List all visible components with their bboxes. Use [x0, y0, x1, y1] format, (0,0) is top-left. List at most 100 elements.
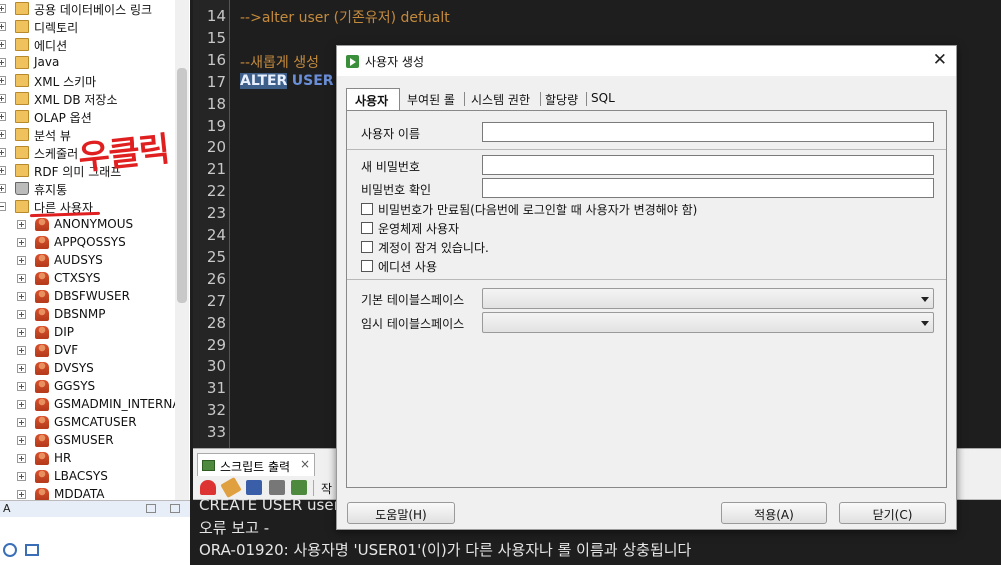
eraser-icon[interactable] — [220, 477, 242, 498]
expand-toggle-icon[interactable] — [17, 382, 26, 391]
expand-toggle-icon[interactable] — [17, 310, 26, 319]
tree-user-item[interactable]: GGSYS — [0, 378, 190, 396]
minimize-icon[interactable] — [170, 504, 180, 513]
expand-toggle-icon[interactable] — [0, 112, 6, 121]
tree-user-item[interactable]: GSMUSER — [0, 432, 190, 450]
expand-toggle-icon[interactable] — [17, 256, 26, 265]
confirm-password-input[interactable] — [482, 178, 934, 198]
line-number: 21 — [206, 160, 226, 179]
expand-toggle-icon[interactable] — [17, 454, 26, 463]
new-password-label: 새 비밀번호 — [361, 160, 421, 174]
account-locked-checkbox[interactable] — [361, 241, 373, 253]
tree-user-label: DBSFWUSER — [54, 289, 130, 303]
tab-sql[interactable]: SQL — [591, 88, 615, 110]
tree-scrollbar[interactable] — [175, 0, 189, 500]
expand-toggle-icon[interactable] — [0, 94, 6, 103]
tree-user-item[interactable]: DBSNMP — [0, 306, 190, 324]
tree-item[interactable]: XML DB 저장소 — [0, 90, 190, 108]
expand-toggle-icon[interactable] — [17, 400, 26, 409]
expand-toggle-icon[interactable] — [17, 346, 26, 355]
save-icon[interactable] — [246, 480, 262, 495]
tree-user-item[interactable]: LBACSYS — [0, 468, 190, 486]
folder-icon — [15, 128, 29, 141]
tree-user-item[interactable]: DBSFWUSER — [0, 288, 190, 306]
apply-button[interactable]: 적용(A) — [721, 502, 827, 524]
tree-user-item[interactable]: DIP — [0, 324, 190, 342]
tree-user-item[interactable]: APPQOSSYS — [0, 234, 190, 252]
help-button[interactable]: 도움말(H) — [347, 502, 455, 524]
refresh-icon[interactable] — [3, 543, 17, 557]
expand-toggle-icon[interactable] — [0, 184, 6, 193]
tree-item-label: Java — [34, 55, 60, 69]
user-icon — [35, 254, 49, 267]
expand-toggle-icon[interactable] — [17, 472, 26, 481]
tree-item[interactable]: 디렉토리 — [0, 18, 190, 36]
default-tablespace-select[interactable] — [482, 288, 934, 309]
expand-toggle-icon[interactable] — [17, 220, 26, 229]
line-number: 20 — [206, 138, 226, 157]
dialog-close-icon[interactable]: ✕ — [933, 50, 947, 70]
expand-toggle-icon[interactable] — [0, 4, 6, 13]
tree-item[interactable]: XML 스키마 — [0, 72, 190, 90]
print-icon[interactable] — [269, 480, 285, 495]
password-expired-checkbox[interactable] — [361, 203, 373, 215]
tree-user-item[interactable]: GSMADMIN_INTERNAL — [0, 396, 190, 414]
temp-tablespace-select[interactable] — [482, 312, 934, 333]
tab-script-output[interactable]: 스크립트 출력 × — [197, 453, 315, 477]
section-divider — [347, 279, 946, 280]
tab-separator — [540, 92, 541, 106]
tree-item[interactable]: 휴지통 — [0, 180, 190, 198]
tree-user-item[interactable]: AUDSYS — [0, 252, 190, 270]
expand-toggle-icon[interactable] — [0, 202, 6, 211]
tree-user-item[interactable]: DVF — [0, 342, 190, 360]
expand-toggle-icon[interactable] — [17, 364, 26, 373]
new-password-input[interactable] — [482, 155, 934, 175]
tree-user-item[interactable]: GSMCATUSER — [0, 414, 190, 432]
expand-toggle-icon[interactable] — [0, 76, 6, 85]
expand-toggle-icon[interactable] — [0, 166, 6, 175]
tree-user-item[interactable]: ANONYMOUS — [0, 216, 190, 234]
expand-toggle-icon[interactable] — [17, 328, 26, 337]
tab-user[interactable]: 사용자 — [346, 88, 400, 110]
expand-toggle-icon[interactable] — [17, 490, 26, 499]
tree-user-item[interactable]: DVSYS — [0, 360, 190, 378]
os-user-checkbox[interactable] — [361, 222, 373, 234]
tree-item-label: 휴지통 — [34, 183, 68, 197]
expand-toggle-icon[interactable] — [17, 238, 26, 247]
tree-item[interactable]: 에디션 — [0, 36, 190, 54]
dialog-titlebar: 사용자 생성 ✕ — [337, 46, 956, 76]
output-line-3: ORA-01920: 사용자명 'USER01'(이)가 다른 사용자나 롤 이… — [199, 541, 692, 559]
tab-quotas[interactable]: 할당량 — [545, 88, 578, 110]
close-button[interactable]: 닫기(C) — [839, 502, 946, 524]
run-script-icon[interactable] — [291, 480, 307, 495]
restore-icon[interactable] — [146, 504, 156, 513]
tree-user-label: DBSNMP — [54, 307, 106, 321]
expand-toggle-icon[interactable] — [17, 274, 26, 283]
line-number: 33 — [206, 423, 226, 442]
reports-panel-label: A — [3, 502, 11, 515]
tree-item[interactable]: 공용 데이터베이스 링크 — [0, 0, 190, 18]
pin-icon[interactable] — [200, 480, 216, 495]
tab-granted-roles[interactable]: 부여된 롤 — [407, 88, 455, 110]
folder-icon — [15, 74, 29, 87]
tree-user-label: DVSYS — [54, 361, 94, 375]
expand-toggle-icon[interactable] — [0, 130, 6, 139]
expand-toggle-icon[interactable] — [0, 148, 6, 157]
password-expired-label: 비밀번호가 만료됨(다음번에 로그인할 때 사용자가 변경해야 함) — [378, 203, 698, 217]
tree-user-item[interactable]: CTXSYS — [0, 270, 190, 288]
expand-toggle-icon[interactable] — [0, 22, 6, 31]
tab-system-privileges[interactable]: 시스템 권한 — [471, 88, 530, 110]
scrollbar-thumb[interactable] — [177, 68, 187, 303]
tab-close-icon[interactable]: × — [300, 457, 310, 471]
expand-toggle-icon[interactable] — [17, 418, 26, 427]
tree-item[interactable]: Java — [0, 54, 190, 72]
tree-user-item[interactable]: HR — [0, 450, 190, 468]
connections-icon[interactable] — [25, 544, 39, 556]
output-line-2: 오류 보고 - — [199, 519, 270, 537]
expand-toggle-icon[interactable] — [17, 292, 26, 301]
username-input[interactable] — [482, 122, 934, 142]
expand-toggle-icon[interactable] — [0, 40, 6, 49]
edition-enabled-checkbox[interactable] — [361, 260, 373, 272]
expand-toggle-icon[interactable] — [17, 436, 26, 445]
expand-toggle-icon[interactable] — [0, 58, 6, 67]
